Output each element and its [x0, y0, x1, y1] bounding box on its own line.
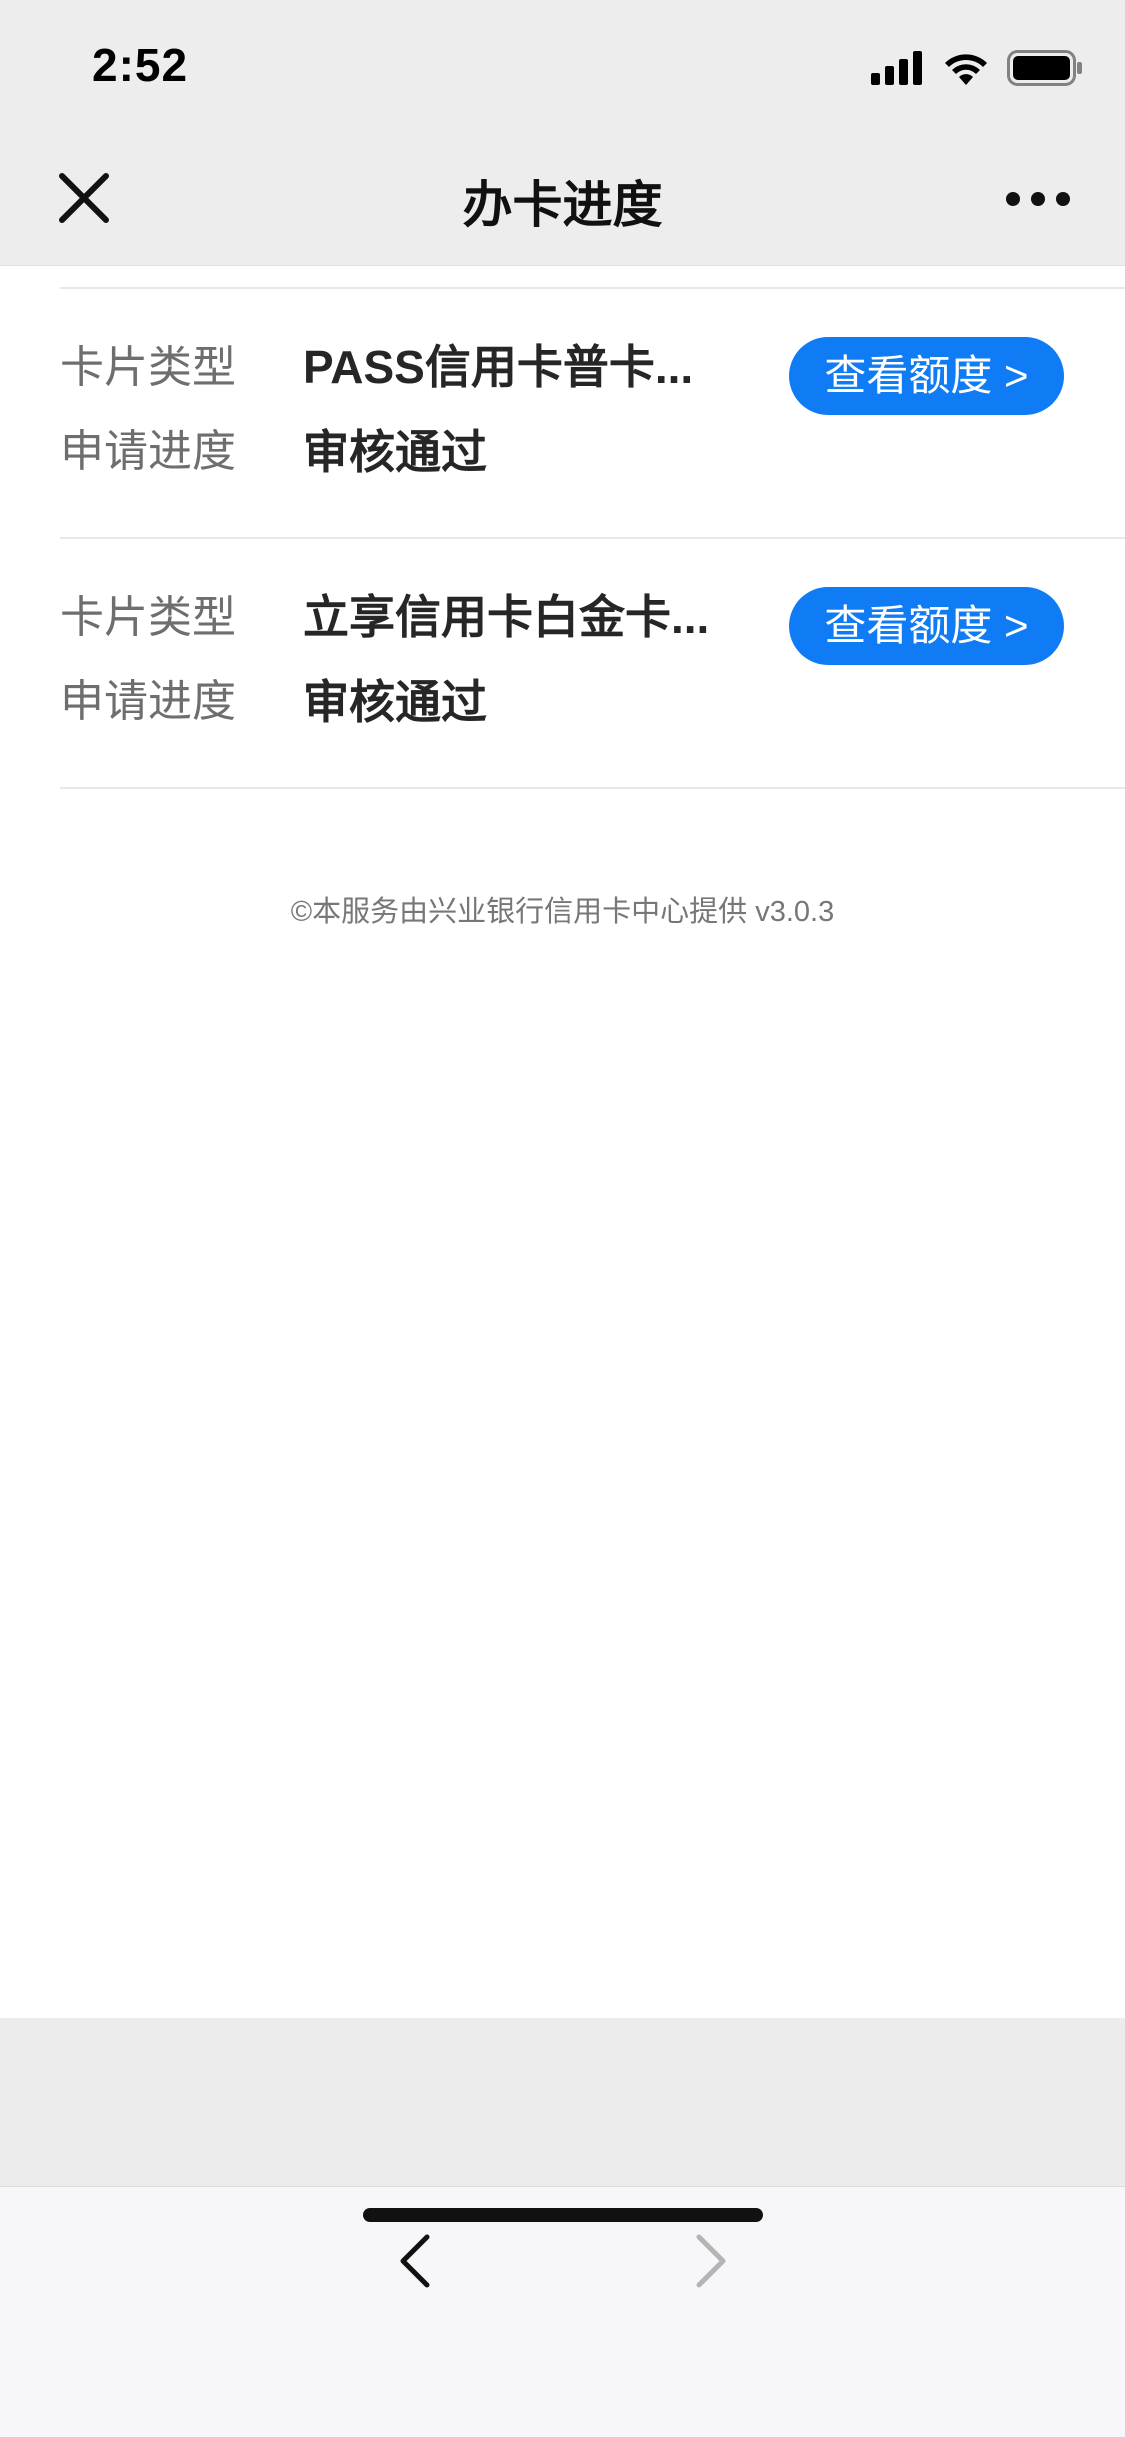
- footer-note: ©本服务由兴业银行信用卡中心提供 v3.0.3: [290, 896, 835, 928]
- chevron-left-icon: [400, 2234, 430, 2288]
- progress-value: 审核通过: [303, 676, 487, 728]
- browser-toolbar: [0, 2186, 1125, 2437]
- status-time: 2:52: [92, 39, 189, 91]
- card-type-label: 卡片类型: [60, 593, 236, 642]
- card-type-value: 立享信用卡白金卡...: [303, 591, 710, 643]
- back-button[interactable]: [395, 2231, 435, 2291]
- top-bar: 2:52 办卡进度: [0, 0, 1125, 266]
- progress-label: 申请进度: [60, 677, 236, 726]
- home-indicator[interactable]: [363, 2208, 763, 2222]
- card-row: 卡片类型 PASS信用卡普卡... 查看额度 > 申请进度 审核通过: [0, 289, 1125, 539]
- battery-icon: [1007, 50, 1082, 86]
- forward-button[interactable]: [691, 2231, 731, 2291]
- more-icon: [1006, 192, 1070, 206]
- progress-label: 申请进度: [60, 427, 236, 476]
- divider: [60, 787, 1125, 789]
- bottom-spacer: [0, 2018, 1125, 2186]
- more-button[interactable]: [1003, 182, 1073, 216]
- view-quota-button[interactable]: 查看额度 >: [789, 337, 1064, 415]
- view-quota-button[interactable]: 查看额度 >: [789, 587, 1064, 665]
- wifi-icon: [945, 54, 987, 85]
- card-type-label: 卡片类型: [60, 343, 236, 392]
- progress-value: 审核通过: [303, 426, 487, 478]
- status-icons: [871, 50, 1083, 86]
- chevron-right-icon: [696, 2234, 726, 2288]
- page-title: 办卡进度: [462, 177, 663, 233]
- cellular-signal-icon: [871, 51, 922, 85]
- card-type-value: PASS信用卡普卡...: [303, 341, 694, 393]
- card-row: 卡片类型 立享信用卡白金卡... 查看额度 > 申请进度 审核通过: [0, 539, 1125, 789]
